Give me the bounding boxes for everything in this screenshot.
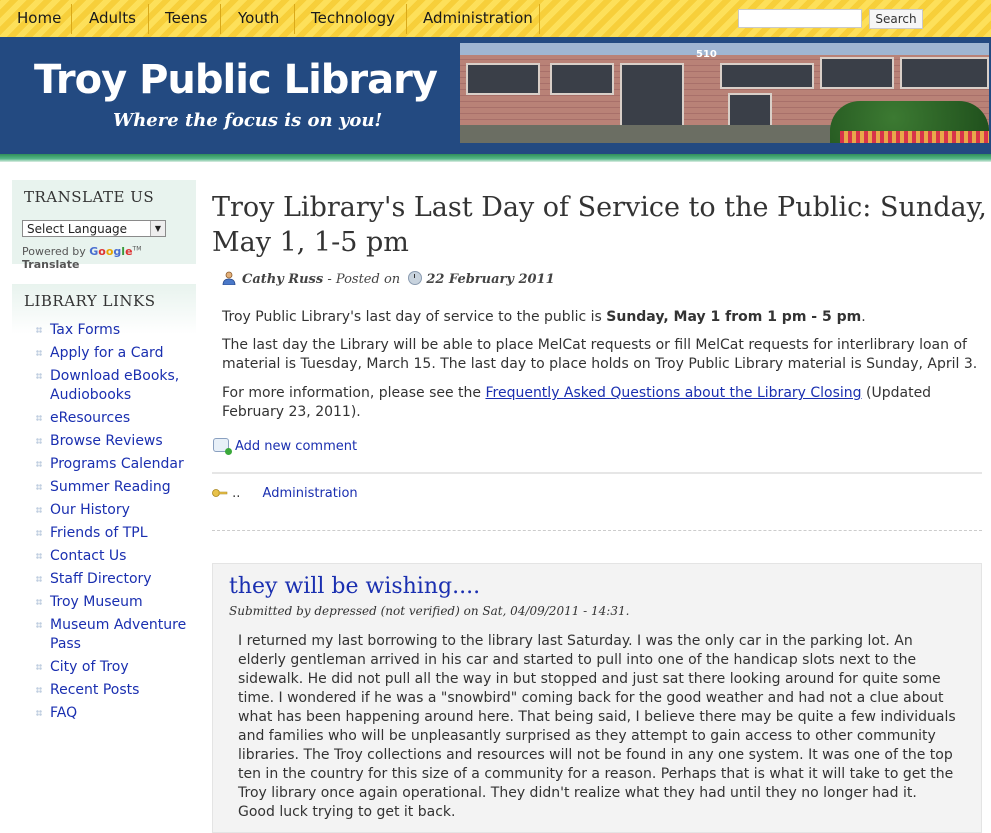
divider: [212, 472, 982, 474]
nav-technology[interactable]: Technology: [311, 0, 395, 37]
nav-divider: [148, 4, 149, 34]
building-number: 510: [696, 49, 717, 60]
add-comment-link[interactable]: Add new comment: [213, 438, 357, 455]
article-paragraph-3: For more information, please see the Fre…: [222, 385, 932, 420]
article-author[interactable]: Cathy Russ: [242, 272, 323, 287]
header-divider: [0, 154, 991, 162]
user-icon: [222, 271, 236, 285]
link-museum-adventure-pass[interactable]: Museum Adventure Pass: [36, 616, 200, 654]
faq-closing-link[interactable]: Frequently Asked Questions about the Lib…: [485, 385, 861, 401]
chevron-down-icon: ▼: [150, 221, 165, 236]
article-meta: Cathy Russ - Posted on 22 February 2011: [222, 271, 555, 287]
site-title[interactable]: Troy Public Library: [34, 57, 438, 103]
nav-divider: [294, 4, 295, 34]
article-title: Troy Library's Last Day of Service to th…: [212, 192, 987, 258]
bullet-icon: [36, 622, 42, 628]
tags-separator: ..: [232, 486, 241, 501]
link-faq[interactable]: FAQ: [36, 704, 200, 723]
nav-administration[interactable]: Administration: [423, 0, 533, 37]
nav-divider: [71, 4, 72, 34]
bullet-icon: [36, 576, 42, 582]
link-summer-reading[interactable]: Summer Reading: [36, 478, 200, 497]
link-recent-posts[interactable]: Recent Posts: [36, 681, 200, 700]
translate-block: TRANSLATE US Select Language ▼ Powered b…: [12, 180, 196, 271]
bullet-icon: [36, 687, 42, 693]
bullet-icon: [36, 415, 42, 421]
language-select[interactable]: Select Language ▼: [22, 220, 166, 237]
search-button[interactable]: Search: [869, 9, 923, 29]
comment-body: I returned my last borrowing to the libr…: [238, 633, 956, 820]
link-troy-museum[interactable]: Troy Museum: [36, 593, 200, 612]
bullet-icon: [36, 664, 42, 670]
bullet-icon: [36, 530, 42, 536]
top-navigation: Home Adults Teens Youth Technology Admin…: [0, 0, 991, 38]
comment-submitted: Submitted by depressed (not verified) on…: [229, 604, 630, 618]
translate-label[interactable]: Translate: [22, 258, 79, 271]
divider: [212, 530, 982, 531]
posted-on-label: - Posted on: [327, 272, 401, 287]
bullet-icon: [36, 599, 42, 605]
bullet-icon: [36, 484, 42, 490]
nav-divider: [220, 4, 221, 34]
link-programs-calendar[interactable]: Programs Calendar: [36, 455, 200, 474]
nav-adults[interactable]: Adults: [89, 0, 136, 37]
nav-teens[interactable]: Teens: [165, 0, 207, 37]
bullet-icon: [36, 507, 42, 513]
link-apply-card[interactable]: Apply for a Card: [36, 344, 200, 363]
bullet-icon: [36, 438, 42, 444]
nav-divider: [539, 4, 540, 34]
library-building-photo: 510: [460, 43, 989, 143]
link-staff-directory[interactable]: Staff Directory: [36, 570, 200, 589]
article-date: 22 February 2011: [426, 272, 555, 287]
comment: they will be wishing.... Submitted by de…: [212, 563, 982, 833]
nav-divider: [406, 4, 407, 34]
search-input[interactable]: [738, 9, 862, 28]
language-select-value: Select Language: [27, 222, 128, 236]
link-our-history[interactable]: Our History: [36, 501, 200, 520]
add-comment-icon: [213, 438, 232, 455]
link-contact-us[interactable]: Contact Us: [36, 547, 200, 566]
link-friends-of-tpl[interactable]: Friends of TPL: [36, 524, 200, 543]
comment-title[interactable]: they will be wishing....: [229, 574, 480, 599]
bullet-icon: [36, 553, 42, 559]
library-links-heading: LIBRARY LINKS: [24, 292, 156, 310]
bullet-icon: [36, 710, 42, 716]
article-paragraph-2: The last day the Library will be able to…: [222, 337, 978, 372]
site-tagline: Where the focus is on you!: [113, 110, 383, 131]
bullet-icon: [36, 350, 42, 356]
powered-by-label: Powered by: [22, 245, 86, 258]
link-tax-forms[interactable]: Tax Forms: [36, 321, 200, 340]
powered-by-google: Powered by GoogleTM Translate: [22, 245, 142, 271]
bullet-icon: [36, 373, 42, 379]
bullet-icon: [36, 327, 42, 333]
link-download-ebooks[interactable]: Download eBooks, Audiobooks: [36, 367, 200, 405]
clock-icon: [408, 271, 423, 285]
link-city-of-troy[interactable]: City of Troy: [36, 658, 200, 677]
link-eresources[interactable]: eResources: [36, 409, 200, 428]
article-tags: .. Administration: [212, 486, 358, 501]
bullet-icon: [36, 461, 42, 467]
nav-youth[interactable]: Youth: [238, 0, 279, 37]
tag-administration[interactable]: Administration: [263, 486, 358, 501]
translate-heading: TRANSLATE US: [24, 188, 155, 206]
google-logo-icon: Google: [89, 245, 133, 258]
article-paragraph-1: Troy Public Library's last day of servic…: [222, 309, 866, 325]
key-icon: [212, 489, 228, 497]
link-browse-reviews[interactable]: Browse Reviews: [36, 432, 200, 451]
nav-home[interactable]: Home: [17, 0, 61, 37]
